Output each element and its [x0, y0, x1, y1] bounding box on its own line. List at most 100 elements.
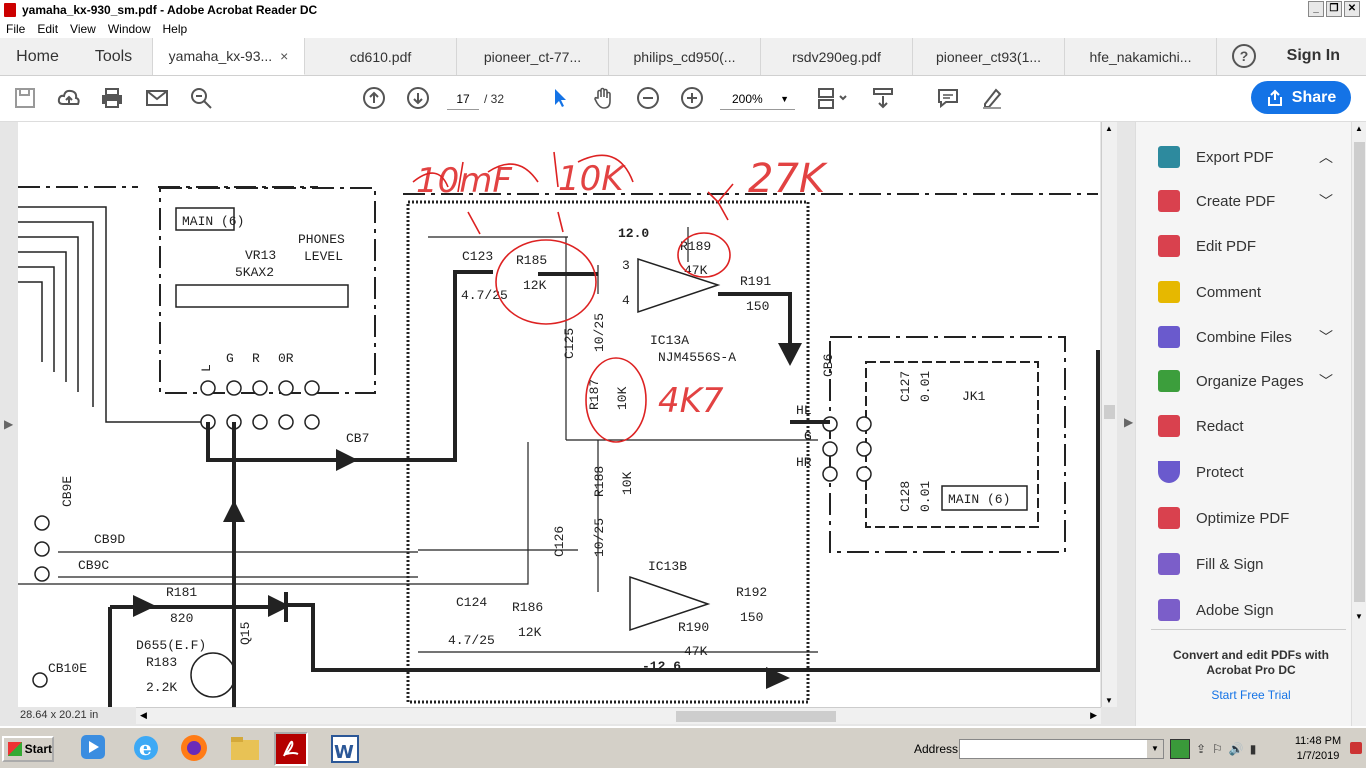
tool-label: Export PDF — [1196, 148, 1274, 166]
media-player-icon[interactable] — [78, 732, 112, 766]
page-display-icon[interactable] — [815, 86, 851, 112]
optimize-pdf-icon — [1158, 507, 1180, 529]
hand-tool-icon[interactable] — [591, 86, 617, 112]
tab-doc-yamaha[interactable]: yamaha_kx-93... × — [153, 38, 305, 75]
clock-date: 1/7/2019 — [1296, 750, 1340, 762]
menu-edit[interactable]: Edit — [31, 22, 64, 36]
tool-edit-pdf[interactable]: Edit PDF — [1158, 231, 1333, 261]
scroll-up-icon[interactable]: ▲ — [1105, 124, 1113, 133]
tool-create-pdf[interactable]: Create PDF ﹀ — [1158, 186, 1333, 216]
select-cursor-icon[interactable] — [547, 86, 573, 112]
menu-view[interactable]: View — [64, 22, 102, 36]
acrobat-taskbar-icon[interactable] — [274, 732, 308, 766]
main-6-label-right: MAIN (6) — [948, 492, 1010, 507]
zoom-in-icon[interactable] — [679, 86, 705, 112]
tab-doc-pioneer-ct93[interactable]: pioneer_ct93(1... — [913, 38, 1065, 75]
search-icon[interactable] — [188, 86, 214, 112]
help-icon[interactable]: ? — [1232, 44, 1256, 68]
comment-icon[interactable] — [935, 86, 961, 112]
menu-help[interactable]: Help — [157, 22, 194, 36]
handwritten-note-10mf: 10mF — [416, 161, 512, 201]
tab-doc-rsdv[interactable]: rsdv290eg.pdf — [761, 38, 913, 75]
ic13b-label: IC13B — [648, 559, 687, 574]
hscroll-thumb[interactable] — [676, 711, 836, 722]
word-icon[interactable]: W — [328, 732, 362, 766]
scroll-down-icon[interactable]: ▼ — [1105, 696, 1113, 705]
tool-combine-files[interactable]: Combine Files ﹀ — [1158, 322, 1333, 352]
r190-value: 47K — [684, 644, 708, 659]
email-icon[interactable] — [144, 86, 170, 112]
zoom-level-select[interactable]: 200% ▼ — [720, 88, 795, 110]
address-input[interactable]: ▼ — [959, 739, 1164, 759]
scroll-down-icon[interactable]: ▼ — [1355, 612, 1363, 621]
file-explorer-icon[interactable] — [228, 732, 262, 766]
vertical-scrollbar[interactable]: ▲ ▼ — [1101, 122, 1117, 707]
cb6-label: CB6 — [821, 354, 836, 377]
sign-in-link[interactable]: Sign In — [1287, 47, 1340, 65]
c127-value: 0.01 — [918, 371, 933, 402]
c128-value: 0.01 — [918, 481, 933, 512]
collapse-panel-icon[interactable]: ▶ — [1124, 415, 1133, 429]
5kax2-label: 5KAX2 — [235, 265, 274, 280]
d655-label: D655(E.F) — [136, 638, 206, 653]
chevron-down-icon[interactable]: ﹀ — [1319, 327, 1333, 347]
tab-doc-philips[interactable]: philips_cd950(... — [609, 38, 761, 75]
tool-adobe-sign[interactable]: Adobe Sign — [1158, 595, 1333, 625]
menu-window[interactable]: Window — [102, 22, 157, 36]
chevron-down-icon[interactable]: ▼ — [1147, 740, 1163, 758]
tool-organize-pages[interactable]: Organize Pages ﹀ — [1158, 366, 1333, 396]
tab-home[interactable]: Home — [0, 38, 75, 75]
window-controls: _ ❐ ✕ — [1308, 1, 1360, 17]
schematic-drawing: MAIN (6) VR13 5KAX2 PHONES LEVEL L G R 0… — [18, 151, 1100, 707]
chevron-up-icon[interactable]: ︿ — [1319, 147, 1333, 167]
share-button[interactable]: Share — [1251, 81, 1351, 114]
scroll-left-icon[interactable]: ◀ — [140, 710, 147, 721]
tab-tools[interactable]: Tools — [75, 38, 153, 75]
firefox-icon[interactable] — [178, 732, 212, 766]
tool-optimize-pdf[interactable]: Optimize PDF — [1158, 503, 1333, 533]
expand-left-panel-icon[interactable]: ▶ — [4, 417, 13, 431]
restore-button[interactable]: ❐ — [1326, 1, 1342, 17]
notification-icon[interactable] — [1350, 742, 1362, 754]
panel-scroll-thumb[interactable] — [1354, 142, 1365, 602]
print-icon[interactable] — [99, 86, 125, 112]
save-icon[interactable] — [12, 86, 38, 112]
scroll-up-icon[interactable]: ▲ — [1355, 124, 1363, 133]
taskbar: Start e W Address ▼ ⇪⚐🔊▮ 11:48 PM 1/7/20… — [0, 726, 1366, 768]
chevron-down-icon[interactable]: ﹀ — [1319, 371, 1333, 391]
tool-fill-sign[interactable]: Fill & Sign — [1158, 549, 1333, 579]
page-number-input[interactable]: 17 — [447, 88, 479, 110]
scroll-right-icon[interactable]: ▶ — [1090, 710, 1097, 721]
previous-page-icon[interactable] — [361, 86, 387, 112]
panel-scrollbar[interactable]: ▲ ▼ — [1351, 122, 1366, 726]
menu-file[interactable]: File — [0, 22, 31, 36]
tool-export-pdf[interactable]: Export PDF ︿ — [1158, 142, 1333, 172]
upload-cloud-icon[interactable] — [56, 86, 82, 112]
highlight-pen-icon[interactable] — [979, 86, 1005, 112]
chevron-down-icon[interactable]: ﹀ — [1319, 191, 1333, 211]
r181-value: 820 — [170, 611, 193, 626]
start-button[interactable]: Start — [2, 736, 54, 762]
tab-doc-pioneer-ct77[interactable]: pioneer_ct-77... — [457, 38, 609, 75]
scroll-thumb[interactable] — [1104, 405, 1115, 419]
pdf-page[interactable]: MAIN (6) VR13 5KAX2 PHONES LEVEL L G R 0… — [18, 122, 1100, 707]
go-arrow-icon[interactable] — [1170, 739, 1190, 759]
horizontal-scrollbar[interactable]: ◀ ▶ — [136, 707, 1101, 724]
internet-explorer-icon[interactable]: e — [130, 732, 164, 766]
tab-doc-cd610[interactable]: cd610.pdf — [305, 38, 457, 75]
close-tab-icon[interactable]: × — [280, 48, 288, 64]
close-window-button[interactable]: ✕ — [1344, 1, 1360, 17]
r186-value: 12K — [518, 625, 542, 640]
system-tray-icons[interactable]: ⇪⚐🔊▮ — [1196, 742, 1262, 756]
tab-doc-nakamichi[interactable]: hfe_nakamichi... — [1065, 38, 1217, 75]
minimize-button[interactable]: _ — [1308, 1, 1324, 17]
tool-redact[interactable]: Redact — [1158, 411, 1333, 441]
clock[interactable]: 11:48 PM 1/7/2019 — [1288, 734, 1348, 764]
tool-comment[interactable]: Comment — [1158, 277, 1333, 307]
page-total: / 32 — [484, 92, 505, 106]
start-trial-link[interactable]: Start Free Trial — [1151, 688, 1351, 702]
next-page-icon[interactable] — [405, 86, 431, 112]
scroll-mode-icon[interactable] — [870, 86, 896, 112]
tool-protect[interactable]: Protect — [1158, 457, 1333, 487]
zoom-out-icon[interactable] — [635, 86, 661, 112]
